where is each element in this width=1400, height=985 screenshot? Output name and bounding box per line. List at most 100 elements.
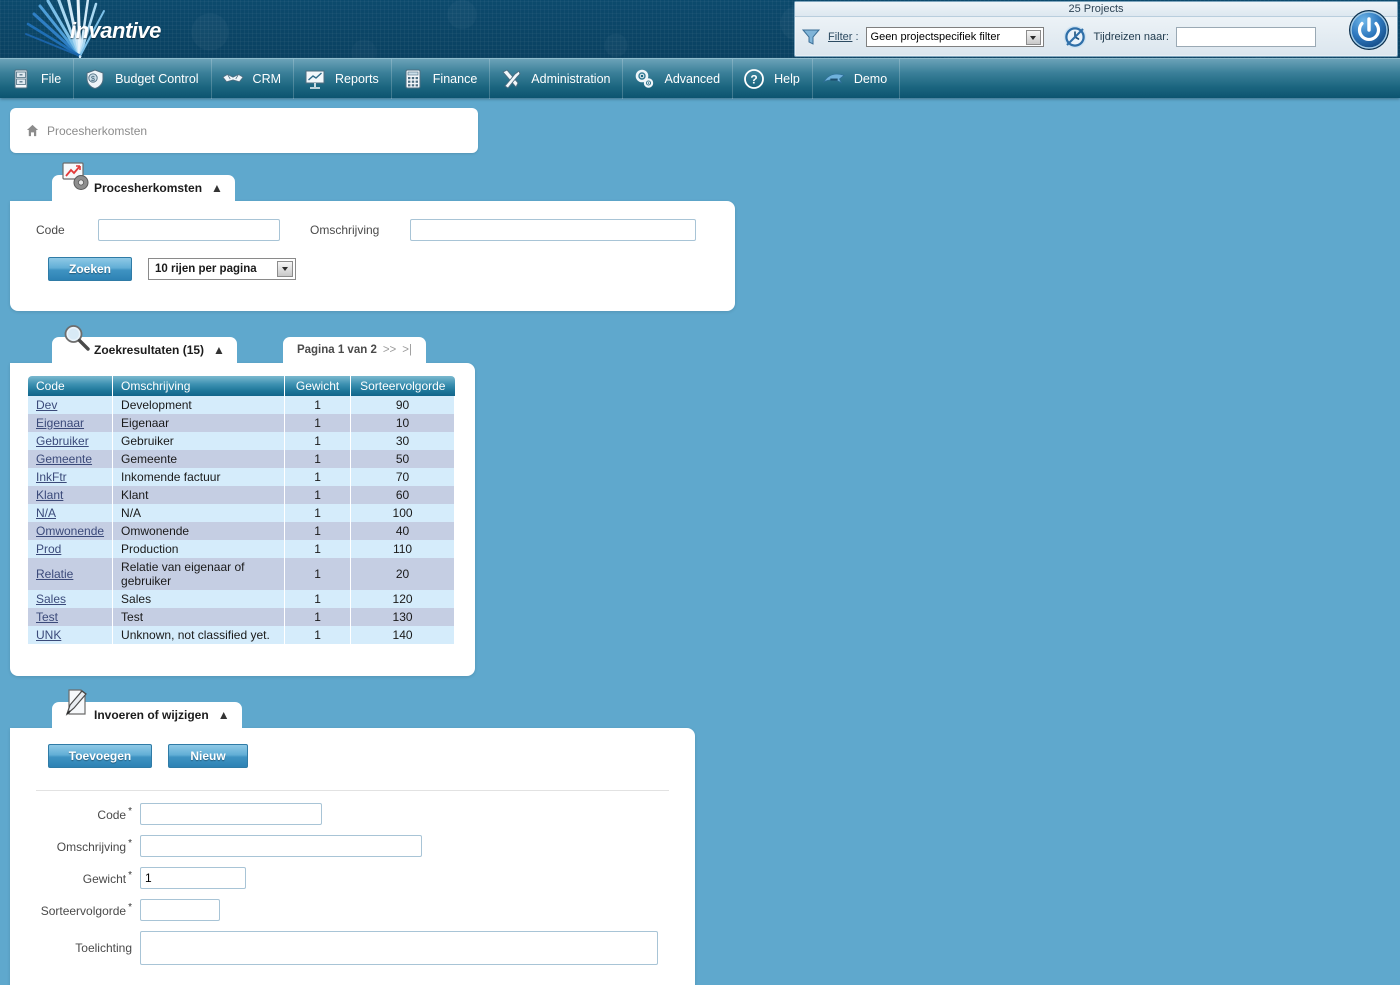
table-row[interactable]: Gebruiker Gebruiker 1 30 bbox=[28, 432, 456, 450]
table-row[interactable]: Klant Klant 1 60 bbox=[28, 486, 456, 504]
cell-omschrijving: Gebruiker bbox=[112, 432, 286, 450]
add-button[interactable]: Toevoegen bbox=[48, 744, 152, 768]
power-button-icon[interactable] bbox=[1347, 8, 1391, 52]
menu-item-demo[interactable]: Demo bbox=[813, 58, 901, 99]
menu-item-file[interactable]: File bbox=[0, 58, 75, 99]
table-row[interactable]: Prod Production 1 110 bbox=[28, 540, 456, 558]
row-code-link[interactable]: Dev bbox=[36, 398, 57, 412]
table-row[interactable]: Test Test 1 130 bbox=[28, 608, 456, 626]
panel-title: Procesherkomsten bbox=[94, 181, 203, 195]
field-input-gewicht[interactable] bbox=[140, 867, 246, 889]
edit-panel-tab[interactable]: Invoeren of wijzigen ▲ bbox=[52, 689, 242, 728]
table-row[interactable]: InkFtr Inkomende factuur 1 70 bbox=[28, 468, 456, 486]
row-code-link[interactable]: Gemeente bbox=[36, 452, 92, 466]
row-code-link[interactable]: N/A bbox=[36, 506, 56, 520]
chevron-up-icon[interactable]: ▲ bbox=[213, 344, 225, 356]
cell-code: Test bbox=[28, 608, 114, 626]
cell-omschrijving: Sales bbox=[112, 590, 286, 608]
cell-omschrijving: Gemeente bbox=[112, 450, 286, 468]
field-input-toelichting[interactable] bbox=[140, 931, 658, 965]
column-header-sorteervolgorde[interactable]: Sorteervolgorde bbox=[350, 376, 455, 396]
menu-label: Reports bbox=[335, 71, 379, 86]
menu-item-advanced[interactable]: Advanced bbox=[623, 58, 734, 99]
breadcrumb: Procesherkomsten bbox=[10, 108, 478, 153]
page-content: Procesherkomsten Procesherkomsten ▲ Code bbox=[0, 108, 1400, 985]
table-row[interactable]: Sales Sales 1 120 bbox=[28, 590, 456, 608]
row-code-link[interactable]: Prod bbox=[36, 542, 61, 556]
row-code-link[interactable]: Gebruiker bbox=[36, 434, 89, 448]
menu-item-budget-control[interactable]: $ Budget Control bbox=[74, 58, 212, 99]
menu-item-help[interactable]: ? Help bbox=[733, 58, 813, 99]
code-search-input[interactable] bbox=[98, 219, 280, 241]
cell-sorteervolgorde: 100 bbox=[350, 504, 456, 522]
column-header-gewicht[interactable]: Gewicht bbox=[284, 376, 352, 396]
row-code-link[interactable]: Sales bbox=[36, 592, 66, 606]
row-code-link[interactable]: Eigenaar bbox=[36, 416, 84, 430]
search-panel-tab[interactable]: Procesherkomsten ▲ bbox=[52, 162, 235, 201]
project-filter-select[interactable]: Geen projectspecifiek filter bbox=[865, 27, 1044, 47]
chevron-down-icon[interactable] bbox=[277, 261, 293, 277]
cell-omschrijving: Inkomende factuur bbox=[112, 468, 286, 486]
required-marker: * bbox=[128, 870, 132, 881]
chevron-down-icon[interactable] bbox=[1025, 30, 1041, 45]
new-button[interactable]: Nieuw bbox=[168, 744, 248, 768]
table-row[interactable]: Omwonende Omwonende 1 40 bbox=[28, 522, 456, 540]
cell-gewicht: 1 bbox=[284, 522, 352, 540]
results-table: Code Omschrijving Gewicht Sorteervolgord… bbox=[28, 376, 456, 644]
table-row[interactable]: UNK Unknown, not classified yet. 1 140 bbox=[28, 626, 456, 644]
results-panel-tab[interactable]: Zoekresultaten (15) ▲ bbox=[52, 325, 237, 363]
table-row[interactable]: Dev Development 1 90 bbox=[28, 396, 456, 414]
cell-sorteervolgorde: 90 bbox=[350, 396, 456, 414]
table-row[interactable]: Eigenaar Eigenaar 1 10 bbox=[28, 414, 456, 432]
menu-label: Advanced bbox=[664, 71, 721, 86]
last-page-button[interactable]: >| bbox=[402, 344, 412, 356]
time-travel-clock-icon[interactable] bbox=[1063, 25, 1087, 49]
row-code-link[interactable]: UNK bbox=[36, 628, 61, 642]
cell-gewicht: 1 bbox=[284, 558, 352, 590]
cell-code: Gebruiker bbox=[28, 432, 114, 450]
search-button[interactable]: Zoeken bbox=[48, 257, 132, 281]
results-panel: Zoekresultaten (15) ▲ Pagina 1 van 2 >> … bbox=[10, 325, 1400, 676]
chevron-up-icon[interactable]: ▲ bbox=[218, 709, 230, 721]
chevron-up-icon[interactable]: ▲ bbox=[211, 182, 223, 194]
table-row[interactable]: N/A N/A 1 100 bbox=[28, 504, 456, 522]
field-input-code[interactable] bbox=[140, 803, 322, 825]
projects-count-label: 25 Projects bbox=[795, 2, 1397, 17]
cell-gewicht: 1 bbox=[284, 486, 352, 504]
row-code-link[interactable]: Omwonende bbox=[36, 524, 104, 538]
rows-per-page-select[interactable]: 10 rijen per pagina bbox=[148, 258, 296, 280]
column-header-code[interactable]: Code bbox=[28, 376, 114, 396]
next-page-button[interactable]: >> bbox=[383, 344, 396, 356]
cell-gewicht: 1 bbox=[284, 504, 352, 522]
cell-gewicht: 1 bbox=[284, 626, 352, 644]
home-icon[interactable] bbox=[26, 124, 39, 137]
cell-gewicht: 1 bbox=[284, 468, 352, 486]
row-code-link[interactable]: InkFtr bbox=[36, 470, 67, 484]
menu-item-finance[interactable]: Finance bbox=[392, 58, 491, 99]
menu-item-reports[interactable]: Reports bbox=[294, 58, 392, 99]
table-row[interactable]: Gemeente Gemeente 1 50 bbox=[28, 450, 456, 468]
field-input-omschrijving[interactable] bbox=[140, 835, 422, 857]
field-label-omschrijving: Omschrijving * bbox=[10, 838, 140, 854]
logo[interactable]: invantive bbox=[18, 0, 198, 58]
filter-link[interactable]: Filter bbox=[828, 31, 852, 43]
column-header-omschrijving[interactable]: Omschrijving bbox=[112, 376, 286, 396]
field-label-gewicht: Gewicht * bbox=[10, 870, 140, 886]
time-travel-input[interactable] bbox=[1175, 27, 1316, 47]
panel-title: Zoekresultaten (15) bbox=[94, 343, 205, 357]
breadcrumb-text[interactable]: Procesherkomsten bbox=[47, 124, 147, 138]
field-input-sorteervolgorde[interactable] bbox=[140, 899, 220, 921]
funnel-icon bbox=[801, 29, 821, 45]
row-code-link[interactable]: Test bbox=[36, 610, 58, 624]
row-code-link[interactable]: Klant bbox=[36, 488, 63, 502]
table-row[interactable]: Relatie Relatie van eigenaar of gebruiker… bbox=[28, 558, 456, 590]
form-row: Sorteervolgorde * bbox=[10, 899, 695, 921]
cell-gewicht: 1 bbox=[284, 432, 352, 450]
filter-colon: : bbox=[855, 31, 859, 43]
row-code-link[interactable]: Relatie bbox=[36, 567, 73, 581]
menu-item-crm[interactable]: CRM bbox=[212, 58, 295, 99]
menu-item-administration[interactable]: Administration bbox=[490, 58, 624, 99]
omschrijving-search-input[interactable] bbox=[410, 219, 696, 241]
cell-code: Dev bbox=[28, 396, 114, 414]
menu-label: File bbox=[41, 71, 62, 86]
